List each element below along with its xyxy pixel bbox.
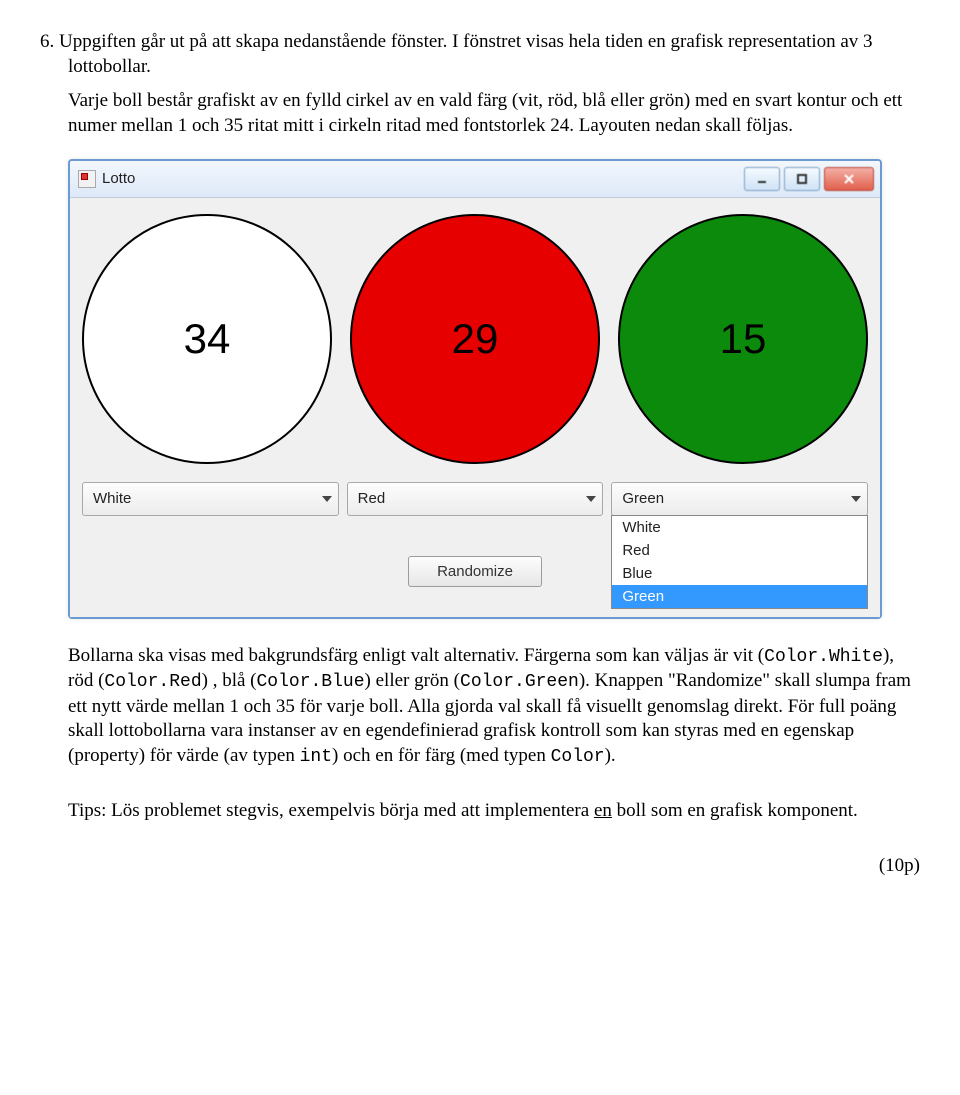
chevron-down-icon [586, 496, 596, 502]
dropdown-option[interactable]: Red [612, 539, 867, 562]
ball-value: 29 [452, 315, 499, 363]
combo-value: Green [622, 490, 664, 507]
explanation-para: Bollarna ska visas med bakgrundsfärg enl… [40, 644, 920, 770]
balls-row: 34 29 15 [82, 214, 868, 464]
dropdown-option[interactable]: White [612, 516, 867, 539]
app-icon [78, 170, 96, 188]
code-color-green: Color.Green [460, 672, 579, 692]
client-area: 34 29 15 White Red [70, 198, 880, 617]
code-color-white: Color.White [764, 647, 883, 667]
color-dropdown[interactable]: White Red Blue Green [611, 515, 868, 609]
chevron-down-icon [851, 496, 861, 502]
lotto-ball: 29 [350, 214, 600, 464]
code-color: Color [551, 747, 605, 767]
window-title: Lotto [102, 170, 135, 187]
underline-en: en [594, 800, 612, 821]
minimize-button[interactable] [744, 167, 780, 191]
chevron-down-icon [322, 496, 332, 502]
description-para: Varje boll består grafiskt av en fylld c… [40, 89, 920, 138]
code-int: int [300, 747, 332, 767]
lotto-window: Lotto 34 29 15 [68, 159, 882, 619]
window-controls [744, 167, 874, 191]
question-number: 6. [40, 31, 54, 52]
combo-wrap: Green White Red Blue Green [611, 482, 868, 516]
titlebar-left: Lotto [78, 170, 135, 188]
code-color-blue: Color.Blue [257, 672, 365, 692]
tip-para: Tips: Lös problemet stegvis, exempelvis … [40, 799, 920, 824]
combo-wrap: Red [347, 482, 604, 516]
dropdown-option-selected[interactable]: Green [612, 585, 867, 608]
intro-text: Uppgiften går ut på att skapa nedanståen… [59, 31, 873, 77]
close-button[interactable] [824, 167, 874, 191]
color-combo-2[interactable]: Red [347, 482, 604, 516]
combo-wrap: White [82, 482, 339, 516]
randomize-button[interactable]: Randomize [408, 556, 542, 587]
maximize-button[interactable] [784, 167, 820, 191]
lotto-ball: 15 [618, 214, 868, 464]
combos-row: White Red Green White Red Blue [82, 482, 868, 516]
code-color-red: Color.Red [104, 672, 201, 692]
combo-value: White [93, 490, 131, 507]
titlebar: Lotto [70, 161, 880, 198]
question-intro: 6. Uppgiften går ut på att skapa nedanst… [40, 30, 920, 79]
points: (10p) [40, 854, 920, 879]
lotto-ball: 34 [82, 214, 332, 464]
combo-value: Red [358, 490, 386, 507]
ball-value: 34 [184, 315, 231, 363]
ball-value: 15 [720, 315, 767, 363]
color-combo-3[interactable]: Green [611, 482, 868, 516]
color-combo-1[interactable]: White [82, 482, 339, 516]
dropdown-option[interactable]: Blue [612, 562, 867, 585]
